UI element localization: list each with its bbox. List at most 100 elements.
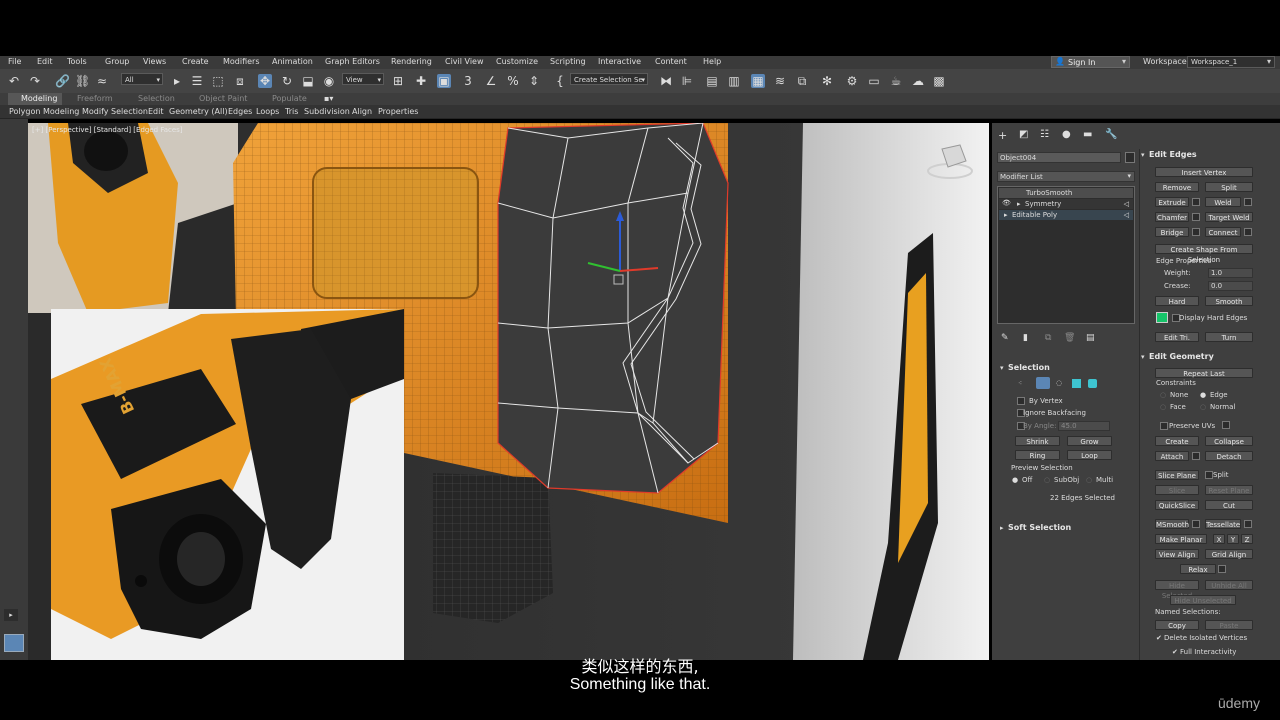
modifier-list-dropdown[interactable]: Modifier List ▾ <box>997 171 1135 182</box>
panel-polygon-modeling[interactable]: Polygon Modeling <box>9 107 79 116</box>
create-shape-from-selection-button[interactable]: Create Shape From Selection <box>1155 244 1253 264</box>
split-button[interactable]: Split <box>1205 182 1253 192</box>
menu-animation[interactable]: Animation <box>272 57 313 66</box>
split-checkbox[interactable] <box>1205 471 1213 479</box>
select-manipulate-icon[interactable]: ✚ <box>414 74 428 88</box>
preserve-uvs-settings-icon[interactable] <box>1222 421 1230 429</box>
redo-icon[interactable]: ↷ <box>28 74 42 88</box>
perspective-viewport[interactable]: [+] [Perspective] [Standard] [Edged Face… <box>28 123 989 660</box>
turn-button[interactable]: Turn <box>1205 332 1253 342</box>
msmooth-button[interactable]: MSmooth <box>1155 519 1189 529</box>
select-and-rotate-icon[interactable]: ↻ <box>280 74 294 88</box>
by-vertex-checkbox[interactable] <box>1017 397 1025 405</box>
menu-interactive[interactable]: Interactive <box>598 57 641 66</box>
constraint-face-radio[interactable]: ○ <box>1160 403 1166 411</box>
snaps-toggle-icon[interactable]: 3 <box>461 74 475 88</box>
menu-group[interactable]: Group <box>105 57 129 66</box>
menu-views[interactable]: Views <box>143 57 166 66</box>
stack-item-turbosmooth[interactable]: TurboSmooth <box>999 188 1133 198</box>
tessellate-settings-icon[interactable] <box>1244 520 1252 528</box>
copy-button[interactable]: Copy <box>1155 620 1199 630</box>
render-in-cloud-icon[interactable]: ☁ <box>911 74 925 88</box>
menu-rendering[interactable]: Rendering <box>391 57 432 66</box>
smooth-button[interactable]: Smooth <box>1205 296 1253 306</box>
planar-y-button[interactable]: Y <box>1227 534 1239 544</box>
toggle-ribbon-icon[interactable]: ▦ <box>751 74 765 88</box>
extrude-settings-icon[interactable] <box>1192 198 1200 206</box>
render-setup-icon[interactable]: ⚙ <box>845 74 859 88</box>
hard-edges-color-swatch[interactable] <box>1156 312 1168 323</box>
make-planar-button[interactable]: Make Planar <box>1155 534 1207 544</box>
view-align-button[interactable]: View Align <box>1155 549 1199 559</box>
selection-rollout-title[interactable]: Selection <box>1008 363 1050 372</box>
rollout-toggle-icon[interactable]: ▾ <box>1141 353 1145 361</box>
edit-edges-rollout-title[interactable]: Edit Edges <box>1149 150 1197 159</box>
undo-icon[interactable]: ↶ <box>7 74 21 88</box>
angle-snap-icon[interactable]: ∠ <box>484 74 498 88</box>
hierarchy-tab-icon[interactable]: ☷ <box>1040 129 1049 140</box>
sign-in-dropdown[interactable]: 👤 Sign In ▾ <box>1051 56 1130 68</box>
named-selection-sets-dropdown[interactable]: Create Selection Se <box>570 73 648 86</box>
loop-button[interactable]: Loop <box>1067 450 1112 460</box>
object-color-swatch[interactable] <box>1125 152 1135 163</box>
menu-edit[interactable]: Edit <box>37 57 53 66</box>
stack-item-symmetry[interactable]: 👁 ▸ Symmetry ◁ <box>999 199 1133 209</box>
edit-named-selection-icon[interactable]: { <box>553 74 567 88</box>
spinner-snap-icon[interactable]: ⇕ <box>527 74 541 88</box>
reference-coordinate-dropdown[interactable]: View <box>342 73 384 86</box>
crease-spinner[interactable]: 0.0 <box>1208 281 1253 291</box>
display-tab-icon[interactable]: ▬ <box>1083 129 1092 140</box>
select-and-move-icon[interactable]: ✥ <box>258 74 272 88</box>
expand-icon[interactable]: ▸ <box>1017 200 1021 208</box>
target-weld-button[interactable]: Target Weld <box>1205 212 1253 222</box>
relax-settings-icon[interactable] <box>1218 565 1226 573</box>
rollout-toggle-icon[interactable]: ▸ <box>1000 524 1004 532</box>
menu-scripting[interactable]: Scripting <box>550 57 586 66</box>
panel-geometry-all[interactable]: Geometry (All) <box>169 107 228 116</box>
weld-button[interactable]: Weld <box>1205 197 1241 207</box>
planar-z-button[interactable]: Z <box>1241 534 1253 544</box>
rendered-frame-window-icon[interactable]: ▭ <box>867 74 881 88</box>
stack-item-editable-poly[interactable]: ▸ Editable Poly ◁ <box>999 210 1133 220</box>
slice-button[interactable]: Slice <box>1155 485 1199 495</box>
mirror-icon[interactable]: ⧓ <box>659 74 673 88</box>
select-by-name-icon[interactable]: ☰ <box>190 74 204 88</box>
menu-create[interactable]: Create <box>182 57 209 66</box>
element-mode-icon[interactable] <box>1088 379 1097 388</box>
chamfer-settings-icon[interactable] <box>1192 213 1200 221</box>
bind-space-warp-icon[interactable]: ≈ <box>95 74 109 88</box>
collapse-button[interactable]: Collapse <box>1205 436 1253 446</box>
keyboard-shortcut-override-icon[interactable]: ▣ <box>437 74 451 88</box>
by-angle-spinner[interactable]: 45.0 <box>1058 421 1110 431</box>
schematic-view-icon[interactable]: ⧉ <box>795 74 809 88</box>
layer-explorer-icon[interactable]: ▥ <box>727 74 741 88</box>
shrink-button[interactable]: Shrink <box>1015 436 1060 446</box>
quickslice-button[interactable]: QuickSlice <box>1155 500 1199 510</box>
slice-plane-button[interactable]: Slice Plane <box>1155 470 1199 480</box>
relax-button[interactable]: Relax <box>1180 564 1216 574</box>
panel-align[interactable]: Align <box>352 107 372 116</box>
modify-tab-icon[interactable]: ◩ <box>1019 129 1028 140</box>
link-icon[interactable]: 🔗 <box>55 74 70 88</box>
create-tab-icon[interactable]: + <box>998 129 1007 142</box>
menu-customize[interactable]: Customize <box>496 57 538 66</box>
menu-graph-editors[interactable]: Graph Editors <box>325 57 380 66</box>
constraint-normal-radio[interactable]: ○ <box>1200 403 1206 411</box>
remove-modifier-icon[interactable]: 🗑 <box>1064 333 1075 343</box>
attach-button[interactable]: Attach <box>1155 451 1189 461</box>
selection-filter-dropdown[interactable]: All <box>121 73 163 86</box>
connect-settings-icon[interactable] <box>1244 228 1252 236</box>
align-icon[interactable]: ⊫ <box>680 74 694 88</box>
menu-civil-view[interactable]: Civil View <box>445 57 484 66</box>
rectangular-selection-icon[interactable]: ⬚ <box>211 74 225 88</box>
detach-button[interactable]: Detach <box>1205 451 1253 461</box>
hide-unselected-button[interactable]: Hide Unselected <box>1170 595 1236 605</box>
tab-modeling[interactable]: Modeling <box>8 93 62 105</box>
panel-loops[interactable]: Loops <box>256 107 279 116</box>
paste-button[interactable]: Paste <box>1205 620 1253 630</box>
select-and-place-icon[interactable]: ◉ <box>322 74 336 88</box>
insert-vertex-button[interactable]: Insert Vertex <box>1155 167 1253 177</box>
delete-isolated-checkbox[interactable]: ✔ <box>1156 634 1162 642</box>
motion-tab-icon[interactable]: ● <box>1062 129 1071 140</box>
rollout-toggle-icon[interactable]: ▾ <box>1141 151 1145 159</box>
